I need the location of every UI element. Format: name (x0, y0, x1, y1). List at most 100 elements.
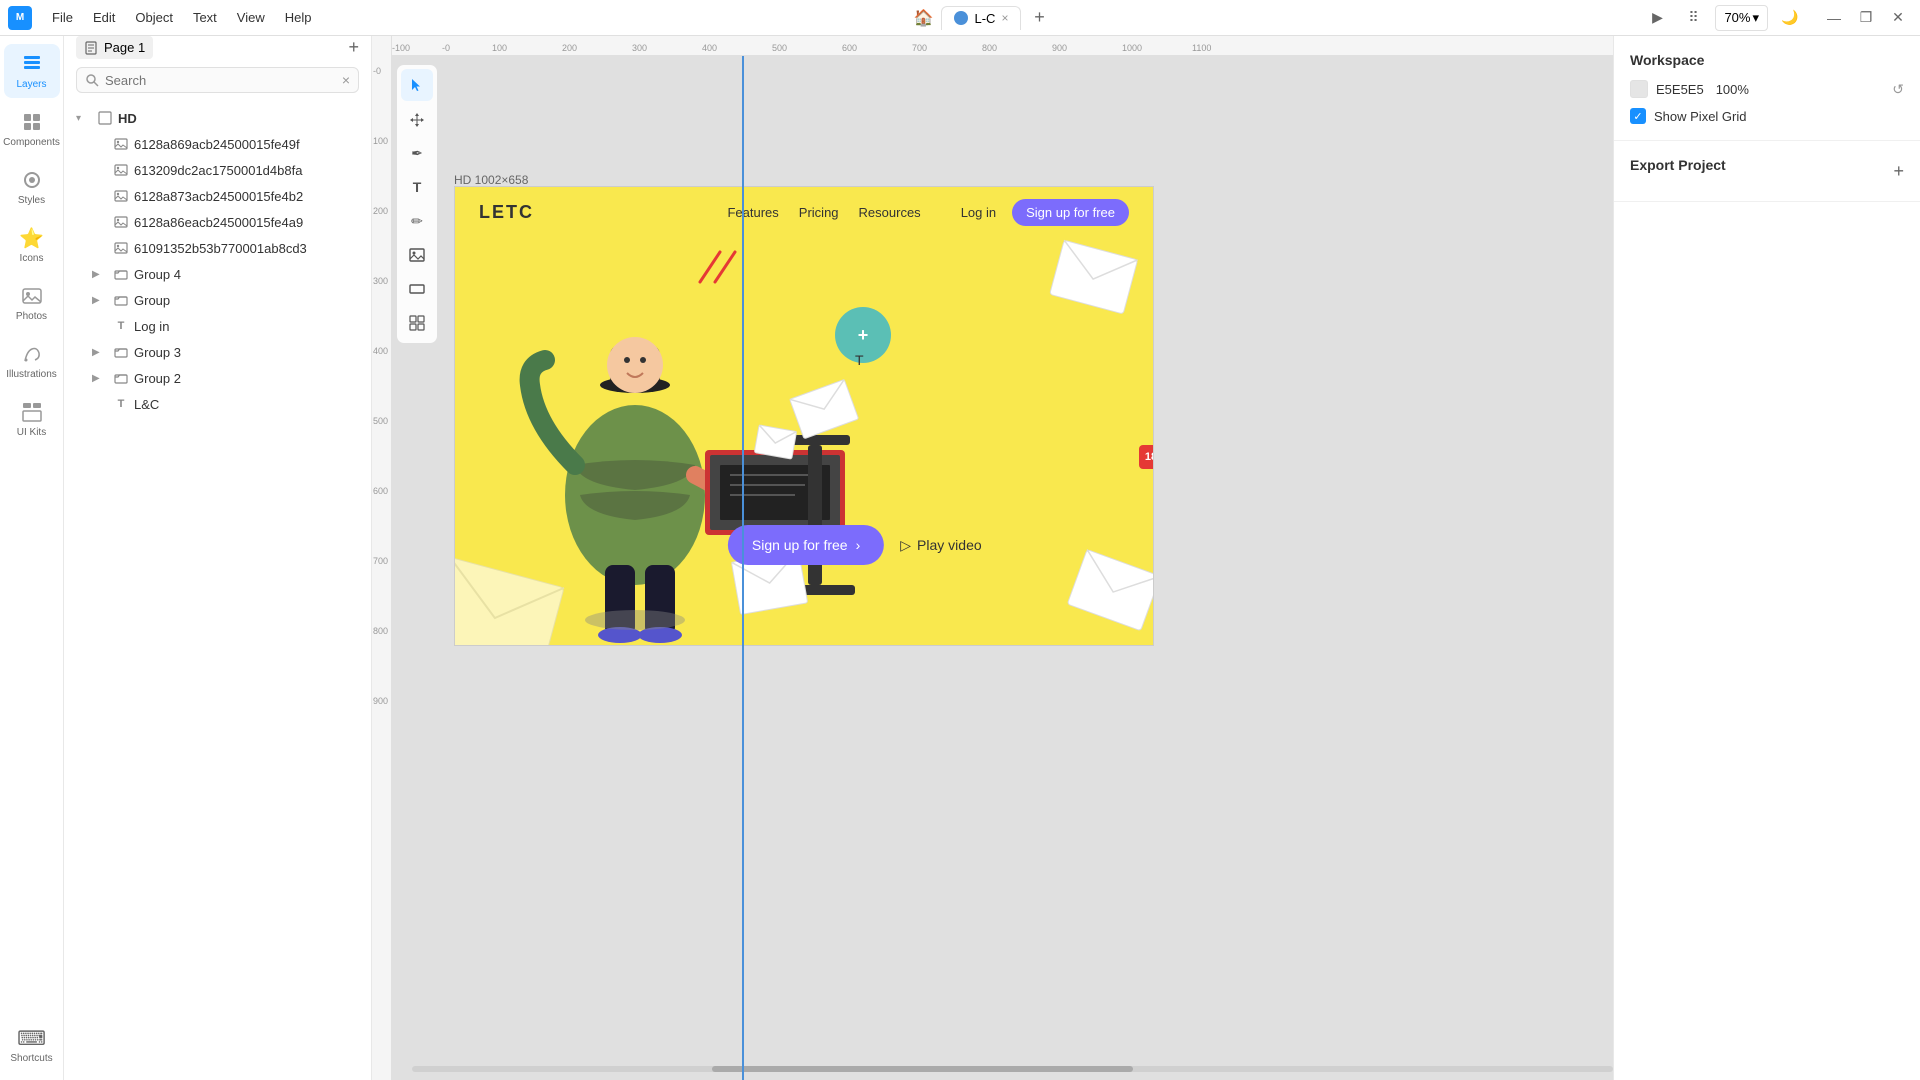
img3-name: 6128a873acb24500015fe4b2 (134, 189, 359, 204)
background-color-swatch[interactable] (1630, 80, 1648, 98)
select-tool[interactable] (401, 69, 433, 101)
sidebar-item-layers[interactable]: Layers (4, 44, 60, 98)
layer-img4[interactable]: 6128a86eacb24500015fe4a9 (64, 209, 371, 235)
play-btn[interactable]: ▶ (1643, 4, 1671, 32)
page-1[interactable]: Page 1 (76, 36, 153, 59)
minimize-btn[interactable]: — (1820, 4, 1848, 32)
layers-panel: Page 1 + × ▾ HD (64, 36, 372, 1080)
menu-text[interactable]: Text (185, 6, 225, 29)
img2-name: 613209dc2ac1750001d4b8fa (134, 163, 359, 178)
layer-img2[interactable]: 613209dc2ac1750001d4b8fa (64, 157, 371, 183)
lc-text-icon: T (112, 395, 130, 413)
close-btn[interactable]: ✕ (1884, 4, 1912, 32)
main-tab[interactable]: L-C × (941, 6, 1021, 30)
menu-edit[interactable]: Edit (85, 6, 123, 29)
workspace-section: Workspace E5E5E5 100% ↺ ✓ Show Pixel Gri… (1614, 36, 1920, 141)
add-page-btn[interactable]: + (348, 37, 359, 58)
sidebar-item-uikits[interactable]: UI Kits (4, 392, 60, 446)
search-clear-btn[interactable]: × (342, 72, 350, 88)
layer-img5[interactable]: 61091352b53b770001ab8cd3 (64, 235, 371, 261)
frame-signup: Sign up for free (1012, 199, 1129, 226)
layer-img3[interactable]: 6128a873acb24500015fe4b2 (64, 183, 371, 209)
img1-name: 6128a869acb24500015fe49f (134, 137, 359, 152)
ruler-mark: 800 (982, 43, 997, 53)
hd-frame-icon (96, 109, 114, 127)
ruler-mark: -0 (442, 43, 450, 53)
sidebar-item-icons[interactable]: ⭐ Icons (4, 218, 60, 272)
ruler-mark: 500 (772, 43, 787, 53)
rect-tool[interactable] (401, 273, 433, 305)
hd-chevron: ▾ (76, 113, 92, 124)
pen-tool[interactable]: ✒ (401, 137, 433, 169)
pixel-grid-checkbox[interactable]: ✓ (1630, 108, 1646, 124)
group2-icon (112, 369, 130, 387)
sidebar-item-photos[interactable]: Photos (4, 276, 60, 330)
layer-group4[interactable]: ▶ Group 4 (64, 261, 371, 287)
ruler-vertical: -0 100 200 300 400 500 600 700 800 900 (372, 56, 392, 1080)
layer-group[interactable]: ▶ Group (64, 287, 371, 313)
icon-sidebar: Layers Components Styles (0, 36, 64, 1080)
layer-lc[interactable]: T L&C (64, 391, 371, 417)
menu-object[interactable]: Object (127, 6, 181, 29)
horizontal-scrollbar[interactable] (412, 1066, 1613, 1072)
group-name: Group (134, 293, 359, 308)
text-tool[interactable]: T (401, 171, 433, 203)
canvas-content: HD 1002×658 LETC Features Pricing Resour… (392, 56, 1613, 1080)
envelope-bottom-right (1064, 548, 1154, 636)
ruler-mark: -100 (392, 43, 410, 53)
menu-help[interactable]: Help (277, 6, 320, 29)
play-video-btn[interactable]: ▷ Play video (900, 537, 981, 554)
grid-tool[interactable] (401, 307, 433, 339)
layer-img1[interactable]: 6128a869acb24500015fe49f (64, 131, 371, 157)
move-tool[interactable] (401, 103, 433, 135)
tab-add-btn[interactable]: + (1025, 4, 1053, 32)
search-input[interactable] (105, 73, 336, 88)
restore-btn[interactable]: ❐ (1852, 4, 1880, 32)
text-cursor-indicator: T (855, 352, 864, 368)
sidebar-item-styles[interactable]: Styles (4, 160, 60, 214)
signup-cta-btn[interactable]: Sign up for free › (728, 525, 884, 565)
layer-login[interactable]: T Log in (64, 313, 371, 339)
zoom-value: 70% (1724, 10, 1750, 25)
layer-hd[interactable]: ▾ HD (64, 105, 371, 131)
frame-label: HD 1002×658 (454, 173, 528, 187)
image-tool[interactable] (401, 239, 433, 271)
layers-label: Layers (16, 79, 46, 90)
sidebar-item-shortcuts[interactable]: ⌨ Shortcuts (4, 1018, 60, 1072)
zoom-chevron: ▾ (1752, 10, 1759, 26)
grid-view-btn[interactable]: ⠿ (1679, 4, 1707, 32)
tab-close-btn[interactable]: × (1001, 11, 1008, 25)
uikits-label: UI Kits (17, 427, 46, 438)
page-icon (84, 41, 98, 55)
export-add-btn[interactable]: + (1893, 161, 1904, 182)
tabs: 🏠 L-C × + (909, 4, 1053, 32)
group4-name: Group 4 (134, 267, 359, 282)
scrollbar-thumb[interactable] (712, 1066, 1132, 1072)
menu-view[interactable]: View (229, 6, 273, 29)
frame-nav-links: Features Pricing Resources (727, 205, 920, 220)
home-tab[interactable]: 🏠 (909, 4, 937, 32)
design-frame[interactable]: LETC Features Pricing Resources Log in S… (454, 186, 1154, 646)
nav-features: Features (727, 205, 778, 220)
group3-icon (112, 343, 130, 361)
zoom-control[interactable]: 70% ▾ (1715, 5, 1768, 31)
img3-icon (112, 187, 130, 205)
pencil-tool[interactable]: ✏ (401, 205, 433, 237)
layer-group2[interactable]: ▶ Group 2 (64, 365, 371, 391)
search-bar: × (76, 67, 359, 93)
app-logo: M (8, 6, 32, 30)
color-hex-value: E5E5E5 (1656, 82, 1704, 97)
shortcuts-label: Shortcuts (10, 1053, 52, 1064)
export-title: Export Project (1630, 157, 1726, 173)
sidebar-item-illustrations[interactable]: Illustrations (4, 334, 60, 388)
menu-file[interactable]: File (44, 6, 81, 29)
layer-group3[interactable]: ▶ Group 3 (64, 339, 371, 365)
tools-bar: ✒ T ✏ (396, 64, 438, 344)
ruler-mark: 300 (632, 43, 647, 53)
sidebar-item-components[interactable]: Components (4, 102, 60, 156)
dark-mode-btn[interactable]: 🌙 (1776, 4, 1804, 32)
tab-icon (954, 11, 968, 25)
ruler-horizontal: -100 -0 100 200 300 400 500 600 700 800 … (392, 36, 1613, 56)
refresh-btn[interactable]: ↺ (1892, 81, 1904, 98)
search-icon (85, 73, 99, 87)
